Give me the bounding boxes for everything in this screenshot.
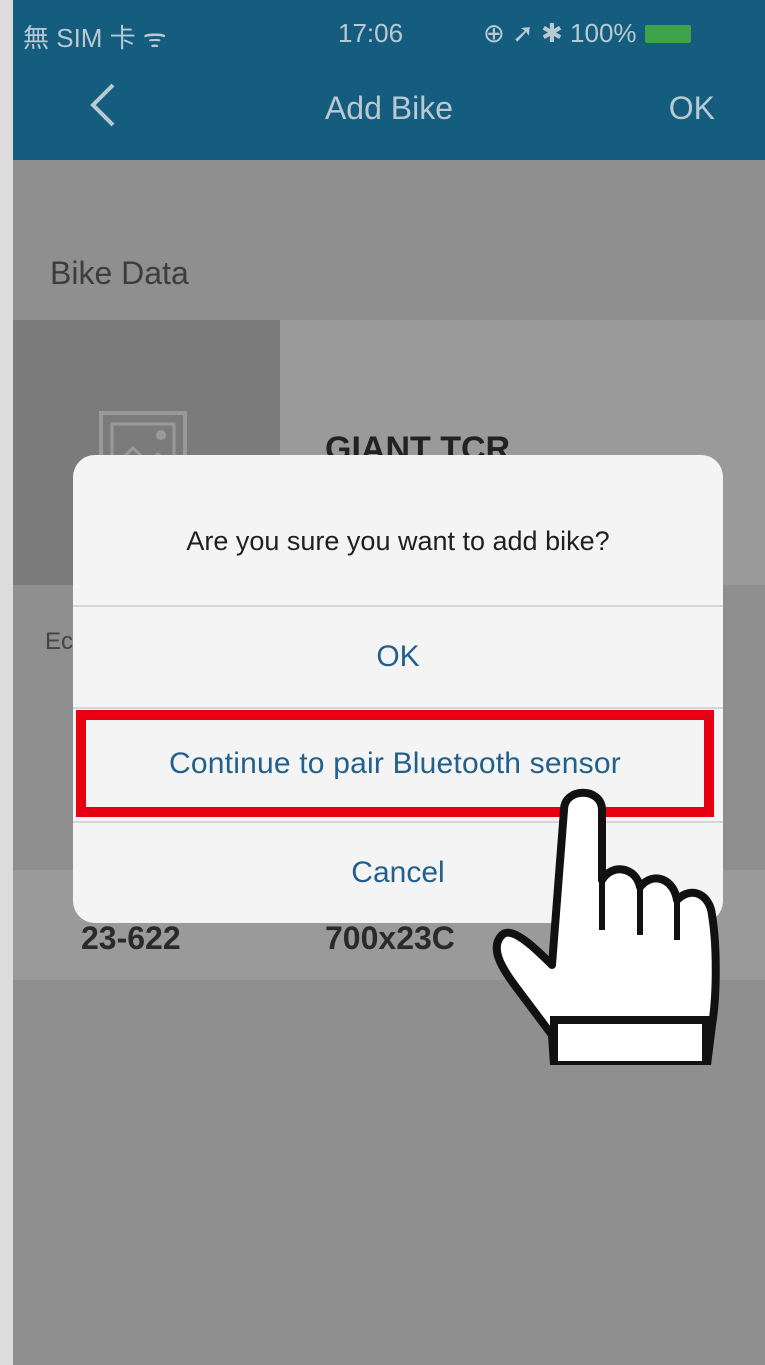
app-screen: 無 SIM 卡 ᯤ 17:06 ⊕ ➚ ✱ 100% Add Bike OK B… — [13, 0, 765, 1365]
edit-label: Ec — [45, 628, 74, 655]
spec-value: 700x23C — [325, 920, 455, 956]
page-title: Add Bike — [324, 90, 454, 126]
status-bar: 無 SIM 卡 ᯤ 17:06 ⊕ ➚ ✱ 100% — [13, 12, 765, 53]
nav-bar: 無 SIM 卡 ᯤ 17:06 ⊕ ➚ ✱ 100% Add Bike OK — [13, 0, 765, 160]
carrier-label: 無 SIM 卡 ᯤ — [23, 23, 167, 53]
status-indicators: ⊕ ➚ ✱ 100% — [483, 18, 637, 48]
spec-value: 23-622 — [81, 920, 181, 956]
status-time: 17:06 — [338, 18, 404, 48]
hand-pointer-icon — [492, 788, 720, 1065]
battery-icon — [644, 24, 691, 43]
nav-ok-button[interactable]: OK — [669, 90, 715, 127]
dialog-message: Are you sure you want to add bike? — [186, 526, 610, 556]
section-title: Bike Data — [50, 255, 189, 291]
status-right: ⊕ ➚ ✱ 100% — [483, 18, 691, 49]
dialog-ok-button[interactable]: OK — [73, 605, 723, 707]
